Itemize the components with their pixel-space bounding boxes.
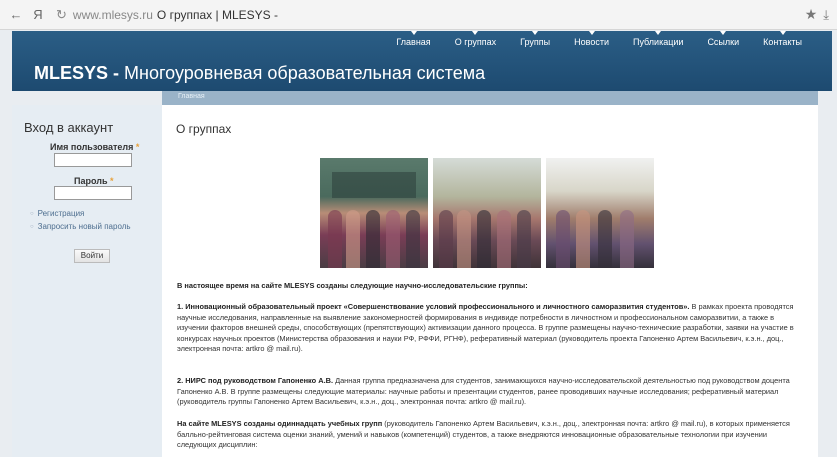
photo-figure: [497, 210, 511, 268]
site-header: Главная О группах Группы Новости Публика…: [12, 31, 832, 91]
photo-figure: [620, 210, 634, 268]
login-heading: Вход в аккаунт: [24, 120, 114, 135]
breadcrumb-home[interactable]: Главная: [178, 93, 205, 100]
photo-figure: [598, 210, 612, 268]
username-input[interactable]: [54, 153, 132, 167]
nav-publications[interactable]: Публикации: [621, 31, 695, 47]
password-label-text: Пароль: [74, 176, 108, 186]
page-title: О группах: [176, 122, 232, 136]
group-paragraph-2: 2. НИРС под руководством Гапоненко А.В. …: [177, 376, 801, 408]
photo-blackboard: [332, 172, 416, 198]
study-groups-paragraph: На сайте MLESYS созданы одиннадцать учеб…: [177, 419, 801, 451]
photo-figure: [439, 210, 453, 268]
photo-figure: [556, 210, 570, 268]
username-label: Имя пользователя *: [50, 142, 139, 152]
yandex-icon[interactable]: Я: [30, 7, 46, 22]
download-icon[interactable]: ⤓: [823, 7, 829, 23]
photo-figure: [477, 210, 491, 268]
page-title-text: О группах | MLESYS -: [156, 7, 278, 22]
group-photo-3[interactable]: [546, 158, 654, 268]
url-text: www.mlesys.ru: [72, 7, 153, 22]
group-photo-1[interactable]: [320, 158, 428, 268]
group-photo-2[interactable]: [433, 158, 541, 268]
nav-about-groups[interactable]: О группах: [443, 31, 508, 47]
login-button[interactable]: Войти: [74, 249, 110, 263]
photo-figure: [576, 210, 590, 268]
study-groups-title: На сайте MLESYS созданы одиннадцать учеб…: [177, 419, 383, 428]
required-mark: *: [110, 176, 114, 186]
username-label-text: Имя пользователя: [50, 142, 134, 152]
register-link[interactable]: Регистрация: [30, 209, 85, 218]
nav-news[interactable]: Новости: [562, 31, 621, 47]
reload-icon[interactable]: ↻: [56, 7, 67, 23]
photo-figure: [406, 210, 420, 268]
top-navigation: Главная О группах Группы Новости Публика…: [384, 31, 814, 47]
bookmark-star-icon[interactable]: ★: [805, 6, 818, 23]
breadcrumb: Главная: [162, 91, 818, 105]
photo-figure: [386, 210, 400, 268]
password-input[interactable]: [54, 186, 132, 200]
group-paragraph-1: 1. Инновационный образовательный проект …: [177, 302, 801, 355]
photo-figure: [457, 210, 471, 268]
groups-intro-text: В настоящее время на сайте MLESYS создан…: [177, 281, 528, 290]
browser-toolbar: ← Я ↻ www.mlesys.ru О группах | MLESYS -…: [0, 0, 837, 30]
photo-figure: [366, 210, 380, 268]
password-label: Пароль *: [74, 176, 114, 186]
photo-figure: [346, 210, 360, 268]
back-icon[interactable]: ←: [8, 7, 24, 22]
nav-groups[interactable]: Группы: [508, 31, 562, 47]
groups-intro: В настоящее время на сайте MLESYS создан…: [177, 281, 801, 292]
site-title-brand: MLESYS -: [34, 63, 120, 83]
photo-figure: [517, 210, 531, 268]
required-mark: *: [135, 142, 140, 152]
address-bar[interactable]: ↻ www.mlesys.ru О группах | MLESYS -: [52, 5, 799, 25]
nav-links[interactable]: Ссылки: [695, 31, 751, 47]
site-title[interactable]: MLESYS - Многоуровневая образовательная …: [34, 63, 485, 84]
group-2-title: 2. НИРС под руководством Гапоненко А.В.: [177, 376, 334, 385]
site-title-subtitle: Многоуровневая образовательная система: [119, 63, 486, 83]
group-1-title: 1. Инновационный образовательный проект …: [177, 302, 690, 311]
nav-contacts[interactable]: Контакты: [751, 31, 814, 47]
photo-figure: [328, 210, 342, 268]
nav-home[interactable]: Главная: [384, 31, 442, 47]
reset-password-link[interactable]: Запросить новый пароль: [30, 222, 131, 231]
